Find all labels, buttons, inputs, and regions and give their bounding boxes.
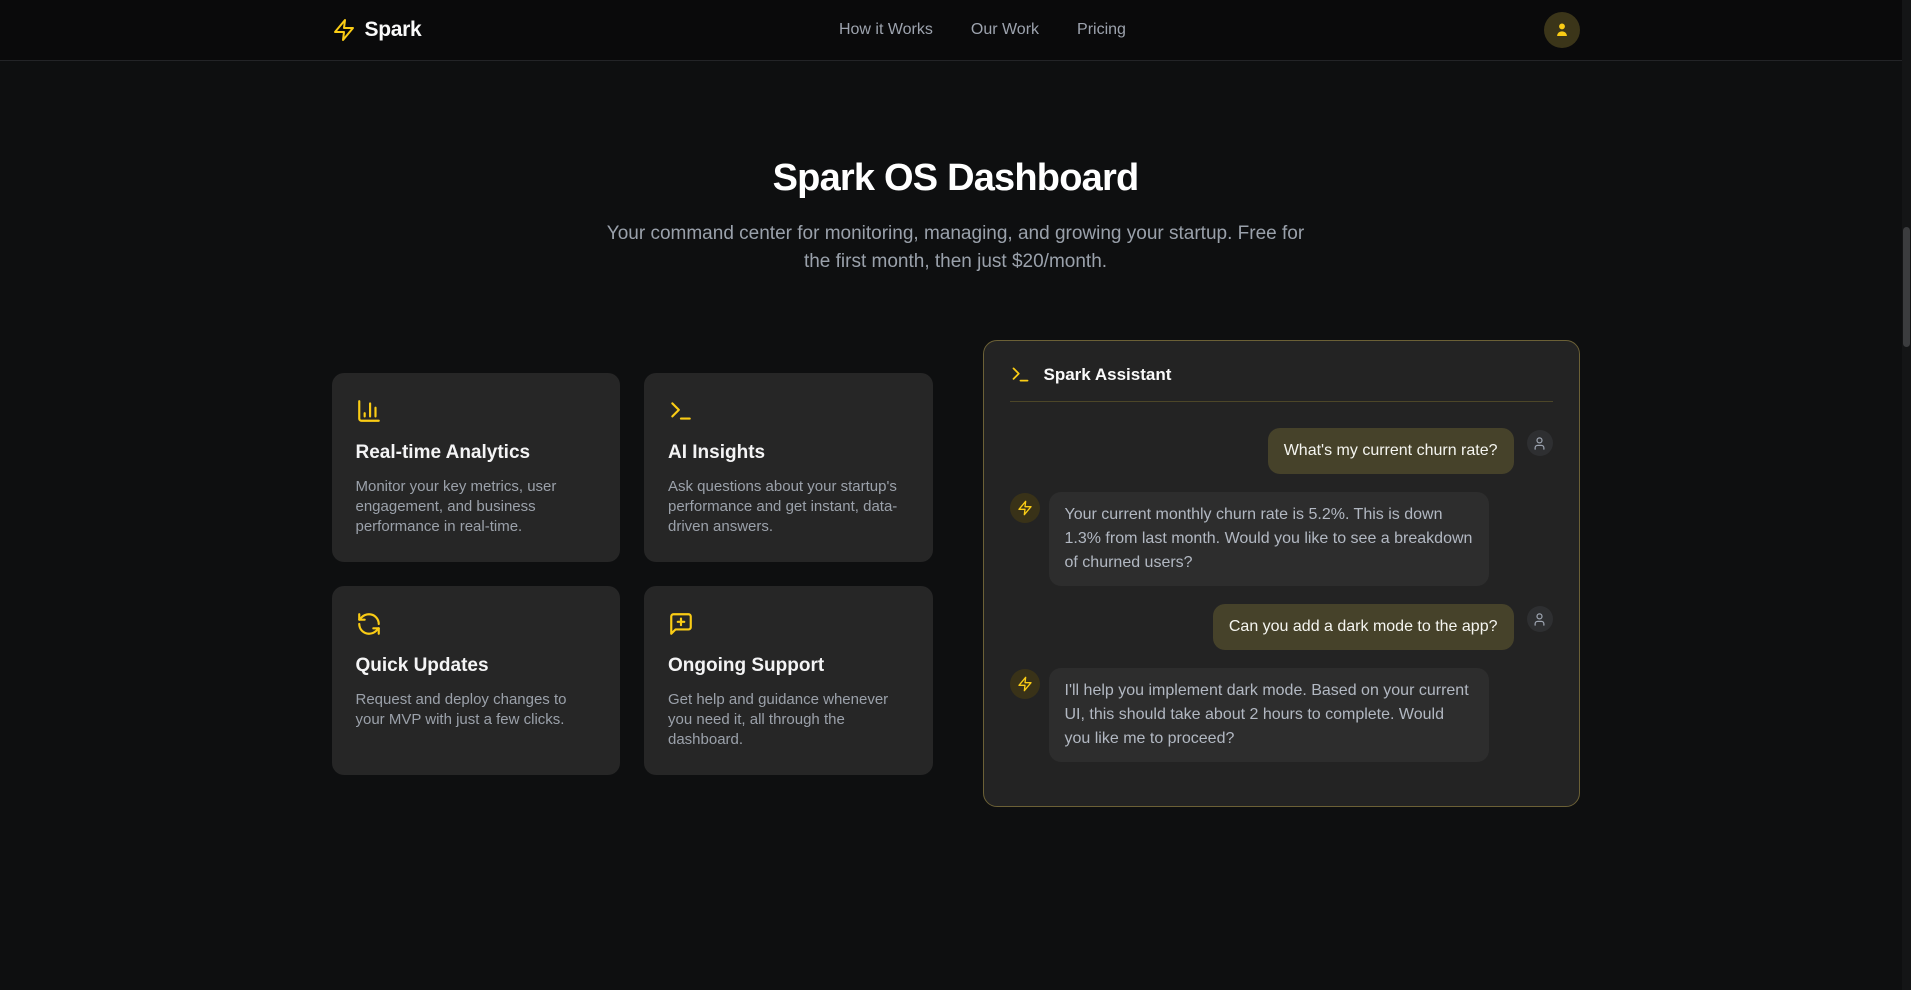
user-message-bubble: What's my current churn rate? xyxy=(1268,428,1514,474)
feature-grid: Real-time Analytics Monitor your key met… xyxy=(332,373,933,775)
nav-link-how-it-works[interactable]: How it Works xyxy=(839,21,933,39)
brand-logo[interactable]: Spark xyxy=(332,18,422,42)
feature-title: Quick Updates xyxy=(356,655,597,677)
user-message-row: Can you add a dark mode to the app? xyxy=(1010,604,1553,650)
assistant-header: Spark Assistant xyxy=(1010,364,1553,402)
scrollbar-track xyxy=(1902,0,1911,990)
feature-description: Request and deploy changes to your MVP w… xyxy=(356,690,597,730)
assistant-message-bubble: Your current monthly churn rate is 5.2%.… xyxy=(1049,492,1489,586)
user-icon xyxy=(1553,21,1571,39)
terminal-icon xyxy=(668,398,909,424)
feature-card-quick-updates: Quick Updates Request and deploy changes… xyxy=(332,586,621,775)
user-avatar xyxy=(1527,606,1553,632)
feature-card-ongoing-support: Ongoing Support Get help and guidance wh… xyxy=(644,586,933,775)
page-title: Spark OS Dashboard xyxy=(0,157,1911,200)
scrollbar-thumb[interactable] xyxy=(1903,227,1910,347)
feature-title: Ongoing Support xyxy=(668,655,909,677)
zap-icon xyxy=(332,18,356,42)
feature-card-ai-insights: AI Insights Ask questions about your sta… xyxy=(644,373,933,562)
message-plus-icon xyxy=(668,611,909,637)
user-avatar-button[interactable] xyxy=(1544,12,1580,48)
feature-description: Ask questions about your startup's perfo… xyxy=(668,477,909,537)
feature-card-realtime-analytics: Real-time Analytics Monitor your key met… xyxy=(332,373,621,562)
terminal-icon xyxy=(1010,364,1031,385)
navbar-container: Spark How it Works Our Work Pricing xyxy=(316,12,1596,48)
hero-section: Spark OS Dashboard Your command center f… xyxy=(0,61,1911,276)
feature-description: Monitor your key metrics, user engagemen… xyxy=(356,477,597,537)
feature-description: Get help and guidance whenever you need … xyxy=(668,690,909,750)
feature-title: AI Insights xyxy=(668,442,909,464)
spark-avatar xyxy=(1010,493,1040,523)
brand-name: Spark xyxy=(365,18,422,42)
assistant-title: Spark Assistant xyxy=(1044,365,1172,385)
page-subtitle: Your command center for monitoring, mana… xyxy=(606,220,1306,276)
nav-link-our-work[interactable]: Our Work xyxy=(971,21,1039,39)
message-list: What's my current churn rate? Your curre… xyxy=(1010,402,1553,762)
user-avatar xyxy=(1527,430,1553,456)
top-navbar: Spark How it Works Our Work Pricing xyxy=(0,0,1911,61)
main-content: Real-time Analytics Monitor your key met… xyxy=(332,340,1580,807)
refresh-icon xyxy=(356,611,597,637)
feature-title: Real-time Analytics xyxy=(356,442,597,464)
bar-chart-icon xyxy=(356,398,597,424)
assistant-message-bubble: I'll help you implement dark mode. Based… xyxy=(1049,668,1489,762)
nav-link-pricing[interactable]: Pricing xyxy=(1077,21,1126,39)
assistant-message-row: I'll help you implement dark mode. Based… xyxy=(1010,668,1553,762)
spark-assistant-panel: Spark Assistant What's my current churn … xyxy=(983,340,1580,807)
user-message-bubble: Can you add a dark mode to the app? xyxy=(1213,604,1514,650)
assistant-message-row: Your current monthly churn rate is 5.2%.… xyxy=(1010,492,1553,586)
spark-avatar xyxy=(1010,669,1040,699)
main-nav: How it Works Our Work Pricing xyxy=(839,21,1126,39)
user-message-row: What's my current churn rate? xyxy=(1010,428,1553,474)
